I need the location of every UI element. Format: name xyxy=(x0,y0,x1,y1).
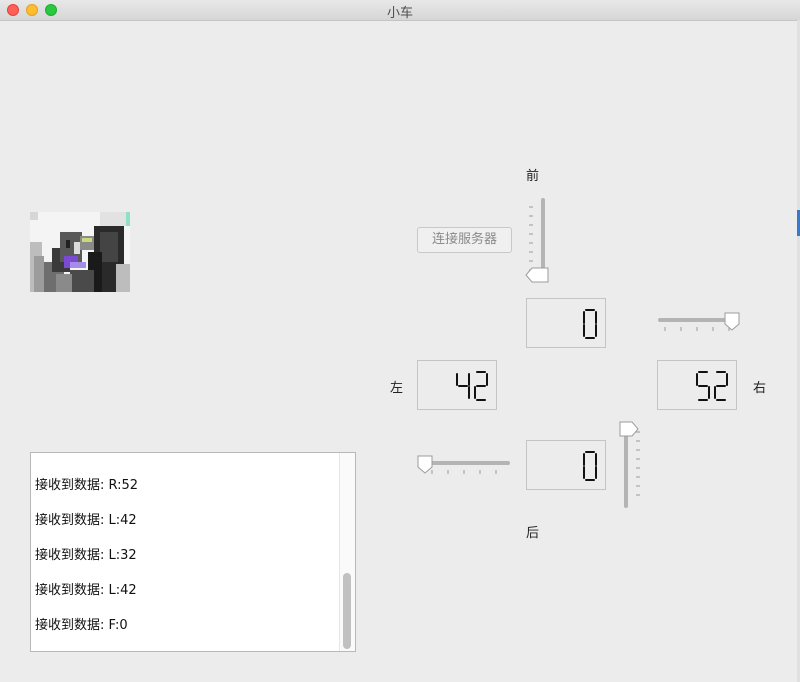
lcd-digits xyxy=(696,371,728,401)
slider-back[interactable] xyxy=(616,418,646,512)
label-forward: 前 xyxy=(526,169,540,184)
label-right: 右 xyxy=(753,381,767,396)
lcd-left xyxy=(417,360,497,410)
log-line: 接收到数据: R:52 xyxy=(35,478,139,493)
slider-right[interactable] xyxy=(655,310,745,334)
label-left: 左 xyxy=(390,381,404,396)
log-line: 接收到数据: L:42 xyxy=(35,583,137,598)
window-title: 小车 xyxy=(386,6,413,21)
log-line: 接收到数据: L:42 xyxy=(35,513,137,528)
lcd-forward xyxy=(526,298,606,348)
connect-server-button[interactable]: 连接服务器 xyxy=(417,227,512,253)
log-textarea[interactable]: 接收到数据: R:52 接收到数据: L:42 接收到数据: L:32 接收到数… xyxy=(30,452,356,652)
title-bar: 小车 xyxy=(0,0,800,21)
log-scrollbar-thumb[interactable] xyxy=(343,573,351,649)
lcd-digits xyxy=(583,451,597,481)
lcd-back xyxy=(526,440,606,490)
lcd-digits xyxy=(456,371,488,401)
log-scrollbar[interactable] xyxy=(339,453,355,651)
label-back: 后 xyxy=(526,526,540,541)
slider-left[interactable] xyxy=(414,452,514,478)
log-line: 接收到数据: L:32 xyxy=(35,548,137,563)
lcd-right xyxy=(657,360,737,410)
lcd-digits xyxy=(583,309,597,339)
log-line: 接收到数据: F:0 xyxy=(35,618,128,633)
slider-forward[interactable] xyxy=(524,195,554,285)
camera-feed-image xyxy=(30,212,130,292)
